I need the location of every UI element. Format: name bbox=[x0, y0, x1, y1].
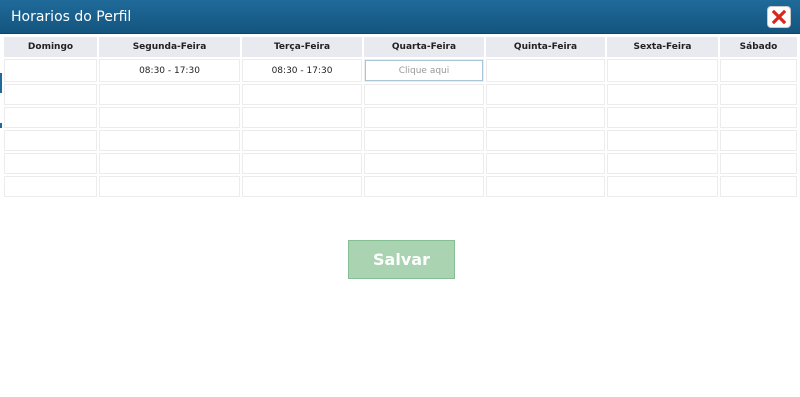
schedule-cell-input[interactable] bbox=[365, 60, 483, 81]
schedule-cell[interactable] bbox=[99, 107, 240, 128]
schedule-cell[interactable] bbox=[486, 153, 605, 174]
schedule-cell[interactable] bbox=[242, 84, 362, 105]
schedule-grid: Domingo Segunda-Feira Terça-Feira Quarta… bbox=[4, 37, 797, 199]
header-row: Domingo Segunda-Feira Terça-Feira Quarta… bbox=[4, 37, 797, 57]
column-header-terca: Terça-Feira bbox=[242, 37, 362, 57]
schedule-cell[interactable] bbox=[99, 176, 240, 197]
column-header-segunda: Segunda-Feira bbox=[99, 37, 240, 57]
schedule-cell[interactable] bbox=[364, 84, 484, 105]
schedule-cell[interactable] bbox=[4, 130, 97, 151]
table-row: 08:30 - 17:30 08:30 - 17:30 bbox=[4, 59, 797, 82]
schedule-table: Domingo Segunda-Feira Terça-Feira Quarta… bbox=[2, 35, 799, 199]
close-button[interactable] bbox=[767, 6, 791, 28]
schedule-cell[interactable] bbox=[607, 176, 718, 197]
column-header-domingo: Domingo bbox=[4, 37, 97, 57]
schedule-cell[interactable] bbox=[4, 59, 97, 82]
schedule-cell[interactable] bbox=[4, 107, 97, 128]
schedule-cell[interactable] bbox=[607, 59, 718, 82]
schedule-cell[interactable]: 08:30 - 17:30 bbox=[99, 59, 240, 82]
schedule-cell[interactable] bbox=[720, 84, 797, 105]
column-header-sexta: Sexta-Feira bbox=[607, 37, 718, 57]
schedule-cell[interactable] bbox=[364, 130, 484, 151]
schedule-cell[interactable] bbox=[720, 130, 797, 151]
save-button[interactable]: Salvar bbox=[348, 240, 455, 279]
schedule-cell[interactable] bbox=[720, 153, 797, 174]
schedule-cell[interactable] bbox=[486, 130, 605, 151]
schedule-cell[interactable] bbox=[99, 130, 240, 151]
schedule-cell[interactable] bbox=[364, 107, 484, 128]
schedule-cell[interactable] bbox=[4, 176, 97, 197]
schedule-cell[interactable] bbox=[4, 153, 97, 174]
schedule-cell[interactable] bbox=[242, 176, 362, 197]
schedule-cell[interactable] bbox=[242, 130, 362, 151]
schedule-cell[interactable] bbox=[99, 153, 240, 174]
table-row bbox=[4, 84, 797, 105]
column-header-quinta: Quinta-Feira bbox=[486, 37, 605, 57]
schedule-cell-active[interactable] bbox=[364, 59, 484, 82]
column-header-sabado: Sábado bbox=[720, 37, 797, 57]
schedule-cell[interactable] bbox=[364, 176, 484, 197]
schedule-cell[interactable] bbox=[486, 59, 605, 82]
schedule-cell[interactable]: 08:30 - 17:30 bbox=[242, 59, 362, 82]
schedule-cell[interactable] bbox=[607, 107, 718, 128]
schedule-cell[interactable] bbox=[720, 107, 797, 128]
close-x-icon bbox=[772, 10, 786, 24]
schedule-cell[interactable] bbox=[486, 176, 605, 197]
schedule-cell[interactable] bbox=[607, 130, 718, 151]
schedule-cell[interactable] bbox=[242, 107, 362, 128]
dialog-title: Horarios do Perfil bbox=[11, 9, 132, 25]
dialog-titlebar: Horarios do Perfil bbox=[0, 0, 800, 34]
table-row bbox=[4, 176, 797, 197]
schedule-cell[interactable] bbox=[486, 107, 605, 128]
table-row bbox=[4, 130, 797, 151]
column-header-quarta: Quarta-Feira bbox=[364, 37, 484, 57]
schedule-cell[interactable] bbox=[720, 176, 797, 197]
schedule-cell[interactable] bbox=[720, 59, 797, 82]
schedule-cell[interactable] bbox=[486, 84, 605, 105]
schedule-cell[interactable] bbox=[4, 84, 97, 105]
table-row bbox=[4, 153, 797, 174]
schedule-cell[interactable] bbox=[99, 84, 240, 105]
schedule-cell[interactable] bbox=[242, 153, 362, 174]
profile-schedule-dialog: Horarios do Perfil Domingo Segunda-Feira… bbox=[0, 0, 800, 397]
schedule-cell[interactable] bbox=[607, 84, 718, 105]
schedule-cell[interactable] bbox=[364, 153, 484, 174]
schedule-cell[interactable] bbox=[607, 153, 718, 174]
table-row bbox=[4, 107, 797, 128]
